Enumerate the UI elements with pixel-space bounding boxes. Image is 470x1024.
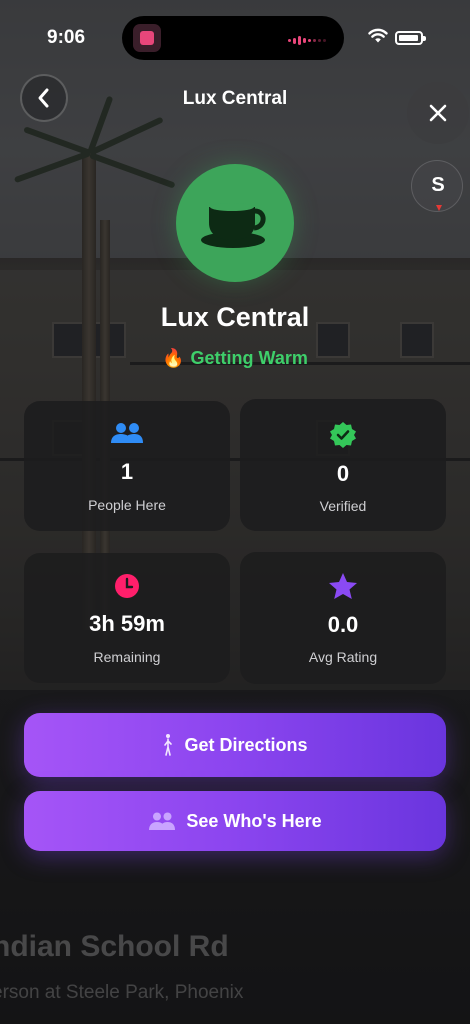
place-category-icon bbox=[176, 164, 294, 282]
compass-button[interactable]: S bbox=[411, 160, 463, 212]
close-button[interactable] bbox=[407, 82, 469, 144]
battery-icon bbox=[395, 31, 426, 45]
status-time: 9:06 bbox=[47, 27, 86, 48]
dynamic-island bbox=[122, 16, 344, 60]
remaining-time: 3h 59m bbox=[89, 611, 165, 636]
get-directions-button[interactable]: Get Directions bbox=[24, 713, 446, 777]
people-label: People Here bbox=[88, 497, 166, 513]
get-directions-label: Get Directions bbox=[184, 734, 308, 755]
see-whos-here-label: See Who's Here bbox=[186, 810, 322, 831]
clock-icon bbox=[115, 574, 139, 598]
see-whos-here-button[interactable]: See Who's Here bbox=[24, 791, 446, 851]
close-icon bbox=[429, 104, 447, 122]
fire-icon: 🔥 bbox=[162, 348, 185, 368]
header-title: Lux Central bbox=[182, 88, 288, 109]
background-street-name: ndian School Rd bbox=[0, 930, 229, 963]
background-street-subtitle: erson at Steele Park, Phoenix bbox=[0, 982, 244, 1003]
people-icon bbox=[111, 423, 143, 443]
verified-badge-icon bbox=[330, 422, 356, 448]
star-icon bbox=[329, 573, 357, 599]
stat-card-remaining: 3h 59m Remaining bbox=[24, 553, 230, 683]
people-icon bbox=[149, 812, 176, 830]
verified-count: 0 bbox=[336, 461, 350, 486]
avg-rating-label: Avg Rating bbox=[308, 649, 378, 665]
coffee-cup-icon bbox=[201, 203, 266, 248]
live-activity-app-icon bbox=[133, 24, 161, 52]
avg-rating: 0.0 bbox=[327, 612, 359, 637]
stat-card-people: 1 People Here bbox=[24, 401, 230, 531]
activity-status-label: Getting Warm bbox=[190, 348, 308, 368]
compass-needle-icon bbox=[436, 205, 442, 211]
stat-card-verified: 0 Verified bbox=[240, 399, 446, 531]
compass-heading: S bbox=[431, 174, 445, 196]
place-name: Lux Central bbox=[160, 302, 310, 332]
activity-status: 🔥 Getting Warm bbox=[0, 348, 470, 369]
wifi-icon bbox=[368, 28, 388, 43]
people-count: 1 bbox=[120, 459, 134, 484]
stat-card-rating: 0.0 Avg Rating bbox=[240, 552, 446, 684]
remaining-label: Remaining bbox=[93, 649, 161, 665]
audio-wave-icon bbox=[288, 36, 326, 45]
verified-label: Verified bbox=[319, 498, 367, 514]
walking-person-icon bbox=[164, 734, 173, 756]
